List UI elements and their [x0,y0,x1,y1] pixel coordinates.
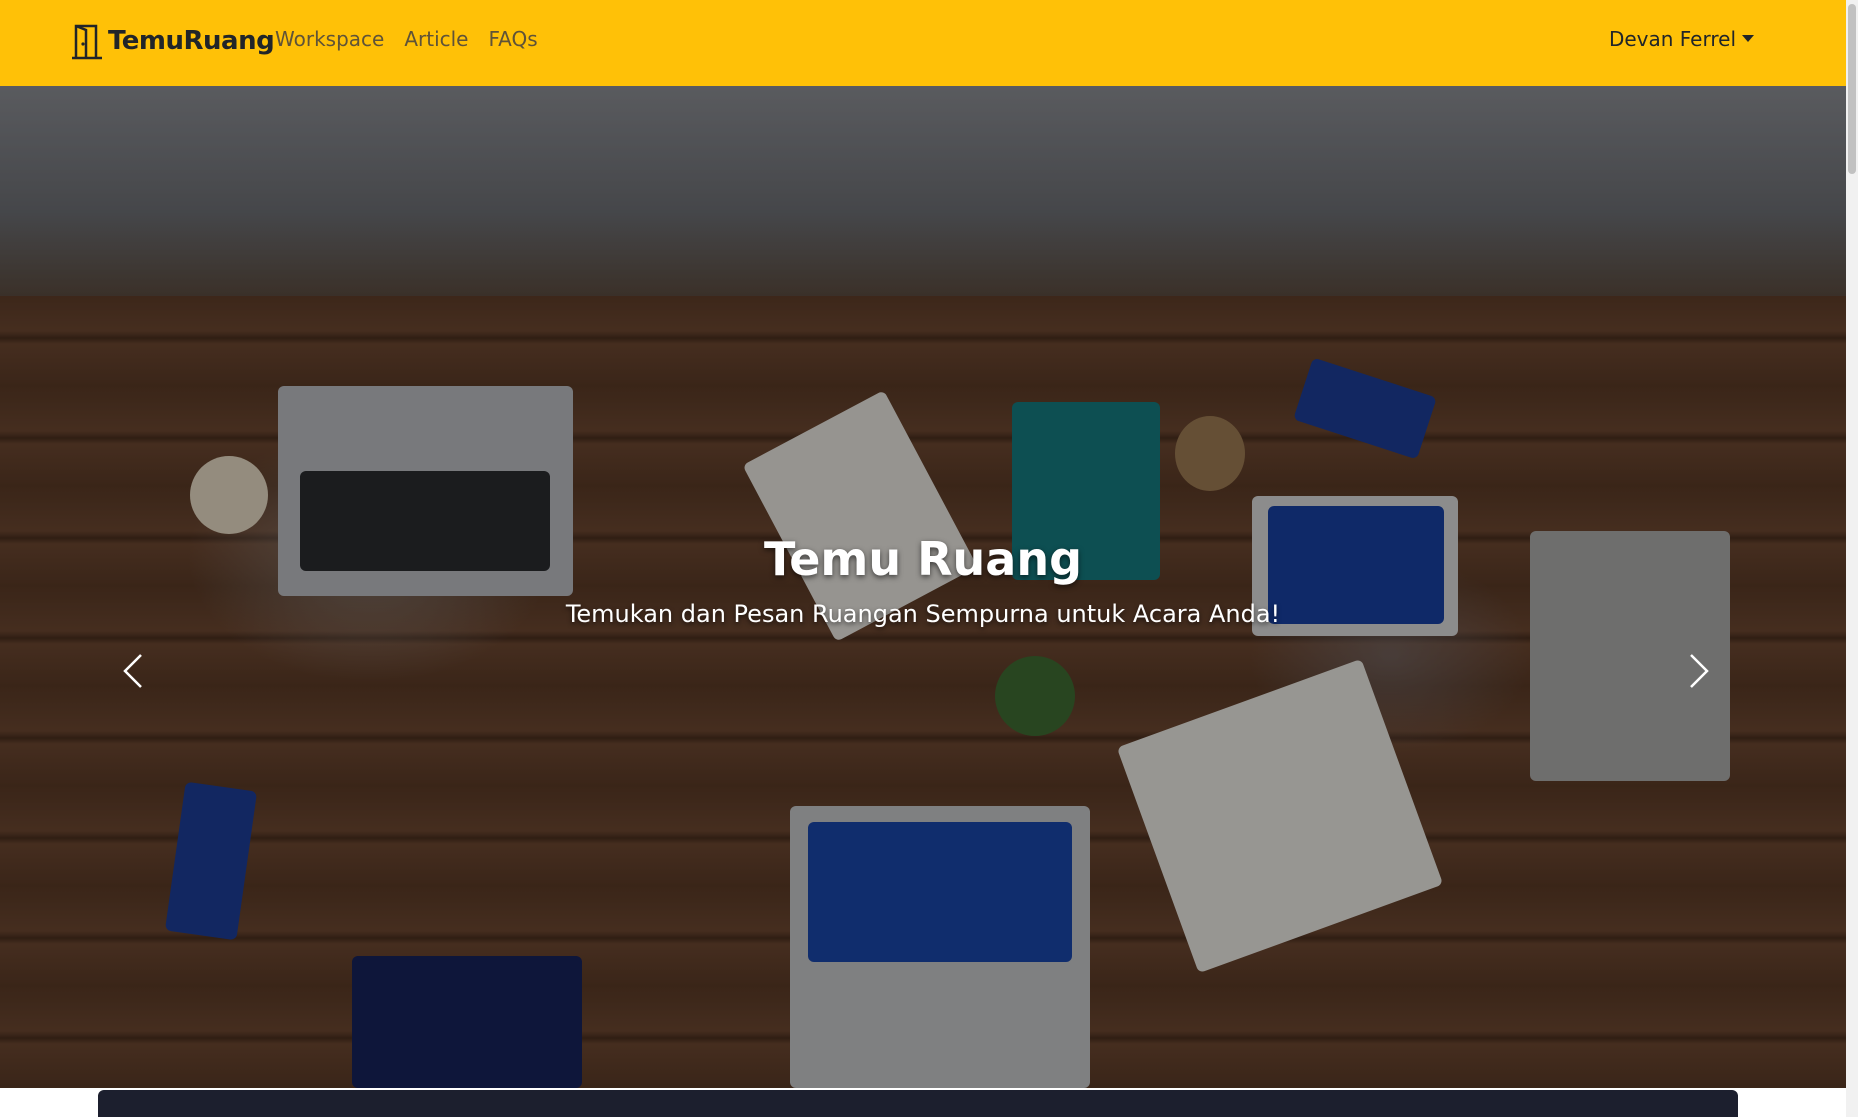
page-scrollbar[interactable] [1846,0,1858,1117]
user-dropdown-toggle[interactable]: Devan Ferrel [1609,27,1754,51]
chevron-right-icon [1690,654,1709,688]
nav-links: Workspace Article FAQs [275,27,558,51]
scrollbar-thumb[interactable] [1848,4,1856,174]
brand-name: TemuRuang [108,26,275,56]
carousel-next-button[interactable] [1660,626,1740,716]
hero-carousel [0,86,1846,1088]
user-name: Devan Ferrel [1608,27,1736,51]
hero-subtitle: Temukan dan Pesan Ruangan Sempurna untuk… [565,600,1281,628]
nav-link-faqs[interactable]: FAQs [489,27,538,51]
brand-link[interactable]: TemuRuang [70,22,275,60]
chevron-left-icon [123,654,142,688]
nav-link-article[interactable]: Article [404,27,468,51]
top-navbar: TemuRuang Workspace Article FAQs Devan F… [0,0,1846,86]
door-icon [72,24,102,60]
caret-down-icon [1742,34,1754,42]
next-section-bar [98,1090,1738,1117]
carousel-prev-button[interactable] [92,626,172,716]
nav-link-workspace[interactable]: Workspace [275,27,384,51]
hero-title: Temu Ruang [763,532,1083,586]
hero-overlay [0,86,1846,1088]
